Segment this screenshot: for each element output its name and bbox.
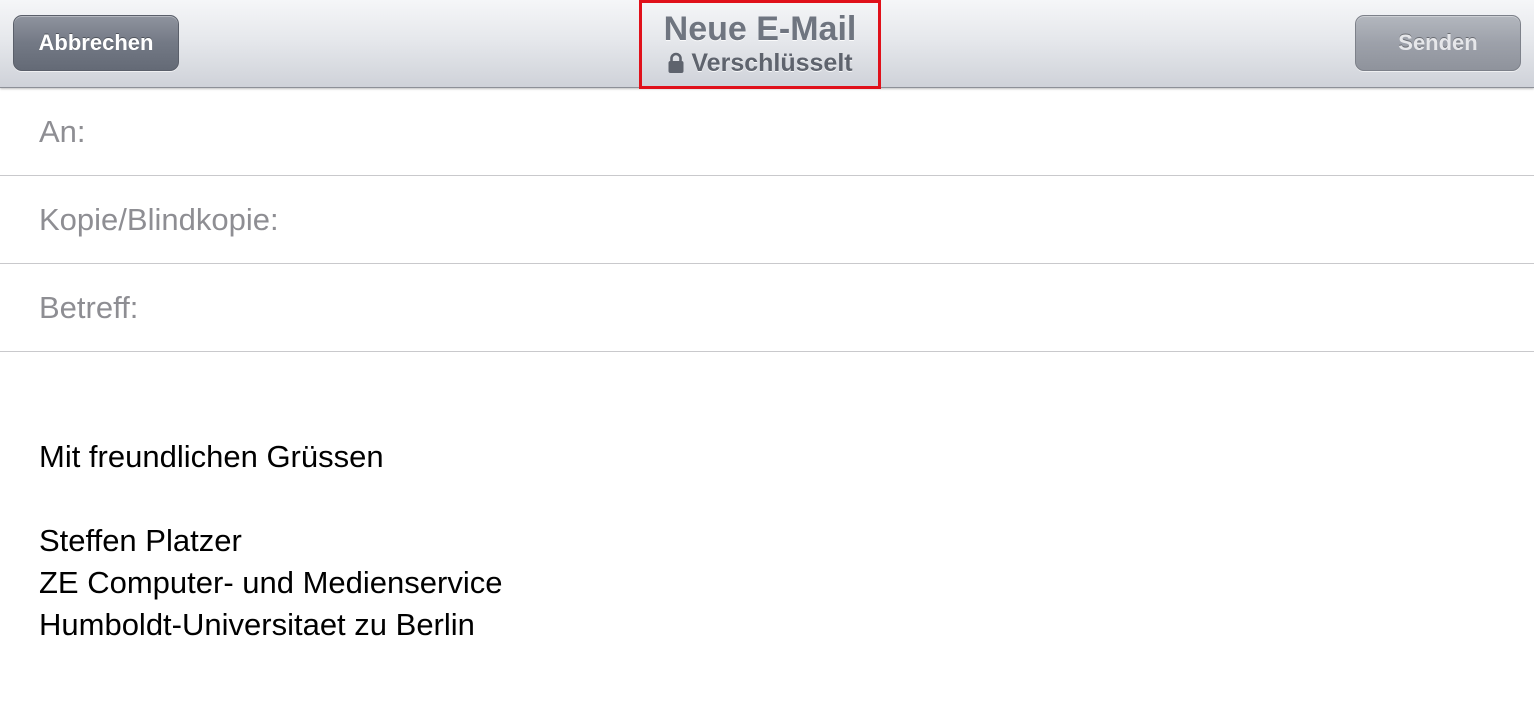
- signature-institution: Humboldt-Universitaet zu Berlin: [39, 607, 475, 642]
- compose-title: Neue E-Mail: [663, 9, 857, 48]
- to-field[interactable]: An:: [0, 88, 1534, 176]
- signature-greeting: Mit freundlichen Grüssen: [39, 439, 384, 474]
- signature-name: Steffen Platzer: [39, 523, 242, 558]
- to-label: An:: [39, 113, 86, 149]
- subject-field[interactable]: Betreff:: [0, 264, 1534, 352]
- encryption-status: Verschlüsselt: [667, 48, 853, 77]
- nav-toolbar: Abbrechen Neue E-Mail Verschlüsselt Send…: [0, 0, 1534, 89]
- encryption-label: Verschlüsselt: [691, 48, 853, 77]
- cc-bcc-field[interactable]: Kopie/Blindkopie:: [0, 176, 1534, 264]
- cc-bcc-label: Kopie/Blindkopie:: [39, 201, 279, 237]
- title-highlight: Neue E-Mail Verschlüsselt: [639, 0, 881, 89]
- message-body[interactable]: Mit freundlichen Grüssen Steffen Platzer…: [39, 352, 1489, 646]
- send-button[interactable]: Senden: [1355, 15, 1521, 71]
- lock-icon: [668, 52, 684, 73]
- subject-label: Betreff:: [39, 289, 139, 325]
- signature-department: ZE Computer- und Medienservice: [39, 565, 503, 600]
- cancel-button[interactable]: Abbrechen: [13, 15, 179, 71]
